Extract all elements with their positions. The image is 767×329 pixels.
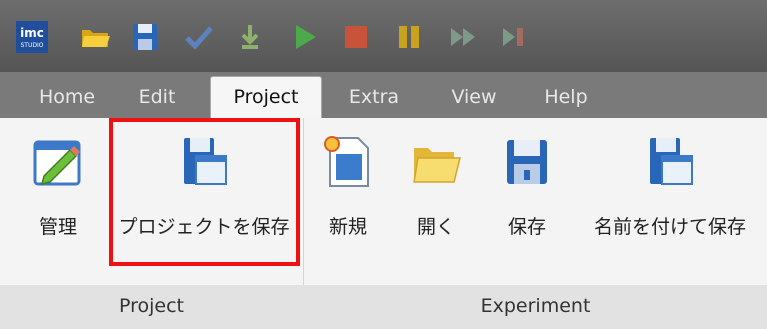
tab-extra[interactable]: Extra <box>336 80 412 118</box>
open-label: 開く <box>416 216 455 238</box>
save-as-icon <box>642 134 698 190</box>
step-icon[interactable] <box>497 20 531 54</box>
save-as-label: 名前を付けて保存 <box>593 216 746 238</box>
ribbon-tab-strip: Home Edit Project Extra View Help <box>0 72 767 119</box>
tab-edit[interactable]: Edit <box>122 80 192 118</box>
manage-button[interactable]: 管理 <box>8 120 108 280</box>
tab-help[interactable]: Help <box>528 80 604 118</box>
stop-icon[interactable] <box>339 20 373 54</box>
check-icon[interactable] <box>182 20 216 54</box>
tab-project[interactable]: Project <box>210 76 322 119</box>
manage-pencil-icon <box>30 134 86 190</box>
ribbon-group-bar: Project Experiment <box>0 285 767 329</box>
download-icon[interactable] <box>233 20 267 54</box>
save-icon <box>499 134 555 190</box>
new-button[interactable]: 新規 <box>310 120 386 280</box>
new-label: 新規 <box>328 216 367 238</box>
save-as-button[interactable]: 名前を付けて保存 <box>580 120 760 280</box>
tab-view[interactable]: View <box>434 80 514 118</box>
save-label: 保存 <box>507 216 546 238</box>
fast-forward-icon[interactable] <box>446 20 480 54</box>
logo-subtext: STUDIO <box>21 42 44 49</box>
open-folder-icon[interactable] <box>78 20 112 54</box>
open-button[interactable]: 開く <box>398 120 474 280</box>
quick-access-toolbar: imc STUDIO <box>0 0 767 72</box>
new-document-icon <box>320 134 376 190</box>
save-button[interactable]: 保存 <box>486 120 568 280</box>
app-window: imc STUDIO Home Edit Project Extra View … <box>0 0 767 329</box>
logo-text: imc <box>20 26 44 40</box>
play-icon[interactable] <box>288 20 322 54</box>
group-label-project: Project <box>118 295 184 317</box>
save-icon[interactable] <box>128 20 162 54</box>
manage-label: 管理 <box>38 216 77 238</box>
tab-home[interactable]: Home <box>22 80 112 118</box>
group-label-experiment: Experiment <box>480 295 591 317</box>
highlight-box <box>109 118 300 266</box>
imc-logo-icon[interactable]: imc STUDIO <box>15 20 49 54</box>
open-folder-icon <box>408 134 464 190</box>
pause-icon[interactable] <box>392 20 426 54</box>
